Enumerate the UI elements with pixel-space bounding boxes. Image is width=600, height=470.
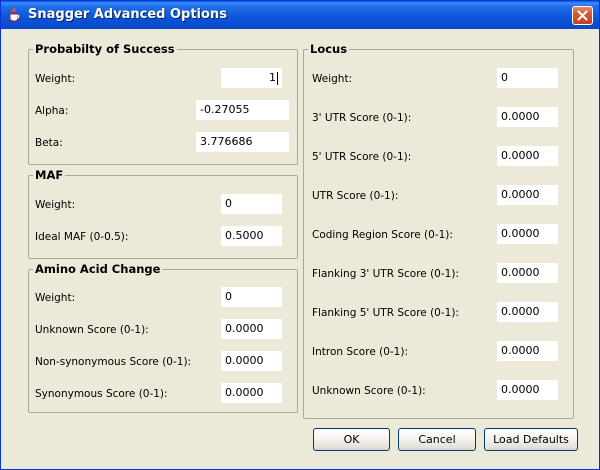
utr-field[interactable]: 0.0000 (497, 185, 558, 205)
amino-unknown-field[interactable]: 0.0000 (221, 319, 282, 339)
alpha-field[interactable]: -0.27055 (196, 100, 289, 120)
text-caret (277, 71, 278, 85)
non-synonymous-field[interactable]: 0.0000 (221, 351, 282, 371)
alpha-label: Alpha: (35, 105, 69, 117)
synonymous-field[interactable]: 0.0000 (221, 383, 282, 403)
locus-weight-field[interactable]: 0 (497, 68, 558, 88)
maf-weight-label: Weight: (35, 199, 76, 211)
beta-label: Beta: (35, 137, 63, 149)
locus-unknown-field[interactable]: 0.0000 (497, 380, 558, 400)
intron-label: Intron Score (0-1): (312, 346, 408, 358)
cancel-button[interactable]: Cancel (398, 428, 476, 451)
probability-legend: Probabilty of Success (33, 42, 177, 56)
maf-weight-field[interactable]: 0 (221, 194, 282, 214)
beta-field[interactable]: 3.776686 (196, 132, 289, 152)
utr3-label: 3' UTR Score (0-1): (312, 112, 412, 124)
ideal-maf-label: Ideal MAF (0-0.5): (35, 231, 129, 243)
probability-weight-field[interactable]: 1 (221, 68, 282, 88)
locus-group: Locus Weight: 0 3' UTR Score (0-1): 0.00… (303, 42, 574, 419)
utr-label: UTR Score (0-1): (312, 190, 399, 202)
utr5-field[interactable]: 0.0000 (497, 146, 558, 166)
utr3-field[interactable]: 0.0000 (497, 107, 558, 127)
coding-region-field[interactable]: 0.0000 (497, 224, 558, 244)
locus-legend: Locus (308, 42, 350, 56)
probability-weight-label: Weight: (35, 73, 76, 85)
flanking-3-utr-field[interactable]: 0.0000 (497, 263, 558, 283)
load-defaults-button[interactable]: Load Defaults (484, 428, 578, 451)
amino-weight-field[interactable]: 0 (221, 287, 282, 307)
title-bar[interactable]: Snagger Advanced Options (1, 1, 599, 29)
flanking-5-utr-label: Flanking 5' UTR Score (0-1): (312, 307, 459, 319)
locus-unknown-label: Unknown Score (0-1): (312, 385, 426, 397)
amino-acid-legend: Amino Acid Change (33, 262, 163, 276)
amino-acid-group: Amino Acid Change Weight: 0 Unknown Scor… (28, 262, 298, 413)
ideal-maf-field[interactable]: 0.5000 (221, 226, 282, 246)
ok-button[interactable]: OK (313, 428, 390, 451)
amino-unknown-label: Unknown Score (0-1): (35, 324, 149, 336)
close-button[interactable] (572, 6, 593, 25)
close-icon (577, 10, 588, 21)
non-synonymous-label: Non-synonymous Score (0-1): (35, 356, 192, 368)
maf-group: MAF Weight: 0 Ideal MAF (0-0.5): 0.5000 (28, 168, 298, 259)
flanking-3-utr-label: Flanking 3' UTR Score (0-1): (312, 268, 459, 280)
synonymous-label: Synonymous Score (0-1): (35, 388, 168, 400)
utr5-label: 5' UTR Score (0-1): (312, 151, 412, 163)
maf-legend: MAF (33, 168, 66, 182)
probability-group: Probabilty of Success Weight: 1 Alpha: -… (28, 42, 298, 165)
flanking-5-utr-field[interactable]: 0.0000 (497, 302, 558, 322)
window-title: Snagger Advanced Options (28, 7, 227, 22)
java-cup-icon (7, 7, 23, 23)
amino-weight-label: Weight: (35, 292, 76, 304)
dialog-window: Snagger Advanced Options Probabilty of S… (0, 0, 600, 470)
coding-region-label: Coding Region Score (0-1): (312, 229, 453, 241)
intron-field[interactable]: 0.0000 (497, 341, 558, 361)
locus-weight-label: Weight: (312, 73, 353, 85)
